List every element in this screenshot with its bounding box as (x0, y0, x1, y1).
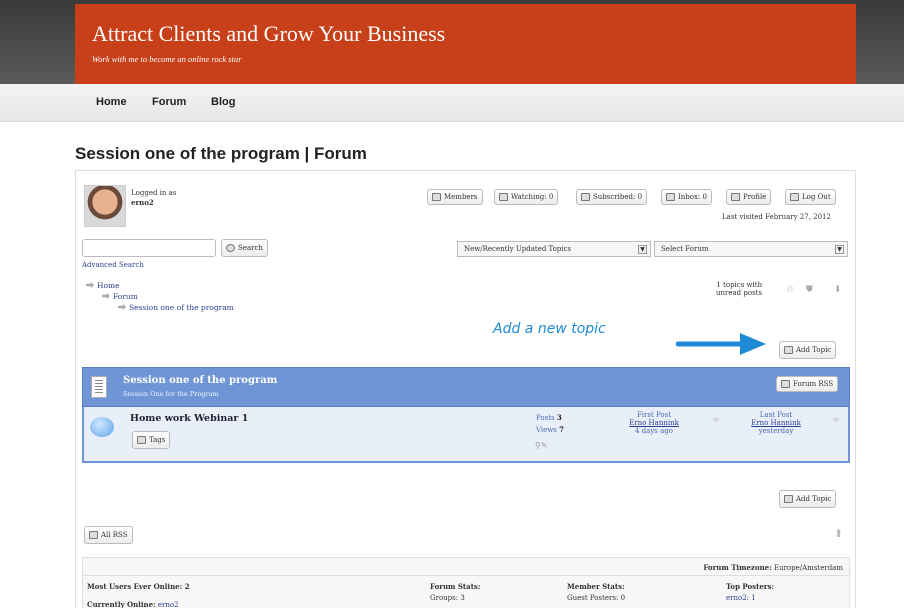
groups-count: Groups: 3 (430, 594, 465, 602)
binoculars-icon (499, 193, 508, 201)
username: erno2 (131, 198, 154, 207)
most-users-online: Most Users Ever Online: 2 (87, 582, 190, 591)
members-button[interactable]: Members (427, 189, 483, 205)
last-visited: Last visited February 27, 2012 (722, 213, 831, 221)
shield-icon[interactable]: ⛊ (806, 285, 813, 295)
paperclip-icon: ⚲✎ (535, 441, 548, 450)
member-stats-heading: Member Stats: (567, 582, 625, 591)
avatar (84, 185, 126, 227)
breadcrumb-forum[interactable]: Forum (102, 292, 234, 301)
down-arrow-icon[interactable]: ⬇ (834, 285, 842, 295)
site-title[interactable]: Attract Clients and Grow Your Business (92, 21, 445, 47)
site-header: Attract Clients and Grow Your Business W… (75, 4, 856, 84)
watching-button[interactable]: Watching: 0 (494, 189, 559, 205)
forum-description: Session One for the Program (123, 390, 219, 398)
arrow-icon (118, 304, 126, 310)
mark-read-icon[interactable]: ♲ (786, 285, 794, 295)
add-topic-icon (784, 346, 793, 354)
arrow-icon (102, 293, 110, 299)
forum-icon (91, 376, 107, 398)
goto-first-icon[interactable]: ➪ (713, 415, 720, 424)
page-title: Session one of the program | Forum (75, 144, 367, 163)
tag-icon (137, 436, 146, 444)
breadcrumb-home[interactable]: Home (86, 281, 234, 290)
forum-rss-button[interactable]: Forum RSS (776, 376, 839, 392)
inbox-icon (666, 193, 675, 201)
forum-select[interactable]: Select Forum ▼ (654, 241, 848, 257)
topics-select[interactable]: New/Recently Updated Topics ▼ (457, 241, 651, 257)
search-icon (226, 244, 235, 252)
rss-icon (781, 380, 790, 388)
first-post: First Post Erno Hannink 4 days ago (629, 411, 679, 435)
members-icon (432, 193, 441, 201)
advanced-search-link[interactable]: Advanced Search (82, 261, 144, 269)
unread-topics: 1 topics with unread posts (716, 281, 763, 297)
posts-count: Posts 3 (536, 413, 562, 422)
forum-stats: Forum Timezone: Europe/Amsterdam Most Us… (82, 557, 850, 608)
site-tagline: Work with me to become an online rock st… (92, 54, 242, 64)
annotation-arrow-icon (676, 333, 766, 355)
logout-button[interactable]: Log Out (785, 189, 836, 205)
forum-name[interactable]: Session one of the program (123, 375, 277, 386)
breadcrumb-session[interactable]: Session one of the program (118, 303, 234, 312)
nav-forum[interactable]: Forum (152, 96, 186, 108)
forum-header: Session one of the program Session One f… (82, 367, 850, 407)
main-nav: Home Forum Blog (0, 84, 904, 122)
logged-in-label: Logged in as (131, 189, 177, 197)
add-topic-button-bottom[interactable]: Add Topic (779, 490, 837, 508)
top-poster[interactable]: erno2: 1 (726, 594, 756, 602)
chevron-down-icon: ▼ (638, 245, 647, 254)
rss-icon (89, 531, 98, 539)
nav-home[interactable]: Home (96, 96, 127, 108)
views-count: Views 7 (536, 425, 565, 434)
search-button[interactable]: Search (221, 239, 268, 257)
breadcrumb: Home Forum Session one of the program (86, 281, 234, 312)
heart-icon (581, 193, 590, 201)
nav-blog[interactable]: Blog (211, 96, 235, 108)
goto-last-icon[interactable]: ➪ (833, 415, 840, 424)
chevron-down-icon: ▼ (835, 245, 844, 254)
all-rss-button[interactable]: All RSS (84, 526, 133, 544)
add-topic-button[interactable]: Add Topic (779, 341, 837, 359)
forum-panel: Logged in as erno2 Members Watching: 0 S… (75, 170, 856, 608)
forum-stats-heading: Forum Stats: (430, 582, 481, 591)
profile-button[interactable]: Profile (726, 189, 772, 205)
guest-posters: Guest Posters: 0 (567, 594, 626, 602)
currently-online: Currently Online: erno2 (87, 600, 179, 608)
last-post: Last Post Erno Hannink yesterday (751, 411, 801, 435)
subscribed-button[interactable]: Subscribed: 0 (576, 189, 648, 205)
arrow-icon (86, 282, 94, 288)
inbox-button[interactable]: Inbox: 0 (661, 189, 712, 205)
add-topic-icon (784, 495, 793, 503)
tags-button[interactable]: Tags (132, 431, 171, 449)
profile-icon (731, 193, 740, 201)
speech-bubble-icon (90, 417, 114, 437)
annotation-text: Add a new topic (493, 321, 606, 337)
topic-row: Home work Webinar 1 Tags Posts 3 Views 7… (82, 407, 850, 463)
key-icon (790, 193, 799, 201)
topic-title[interactable]: Home work Webinar 1 (130, 413, 248, 424)
top-posters-heading: Top Posters: (726, 582, 774, 591)
search-input[interactable] (82, 239, 216, 257)
forum-timezone: Forum Timezone: Europe/Amsterdam (703, 563, 843, 572)
scroll-top-icon[interactable]: ⬆ (834, 527, 843, 540)
